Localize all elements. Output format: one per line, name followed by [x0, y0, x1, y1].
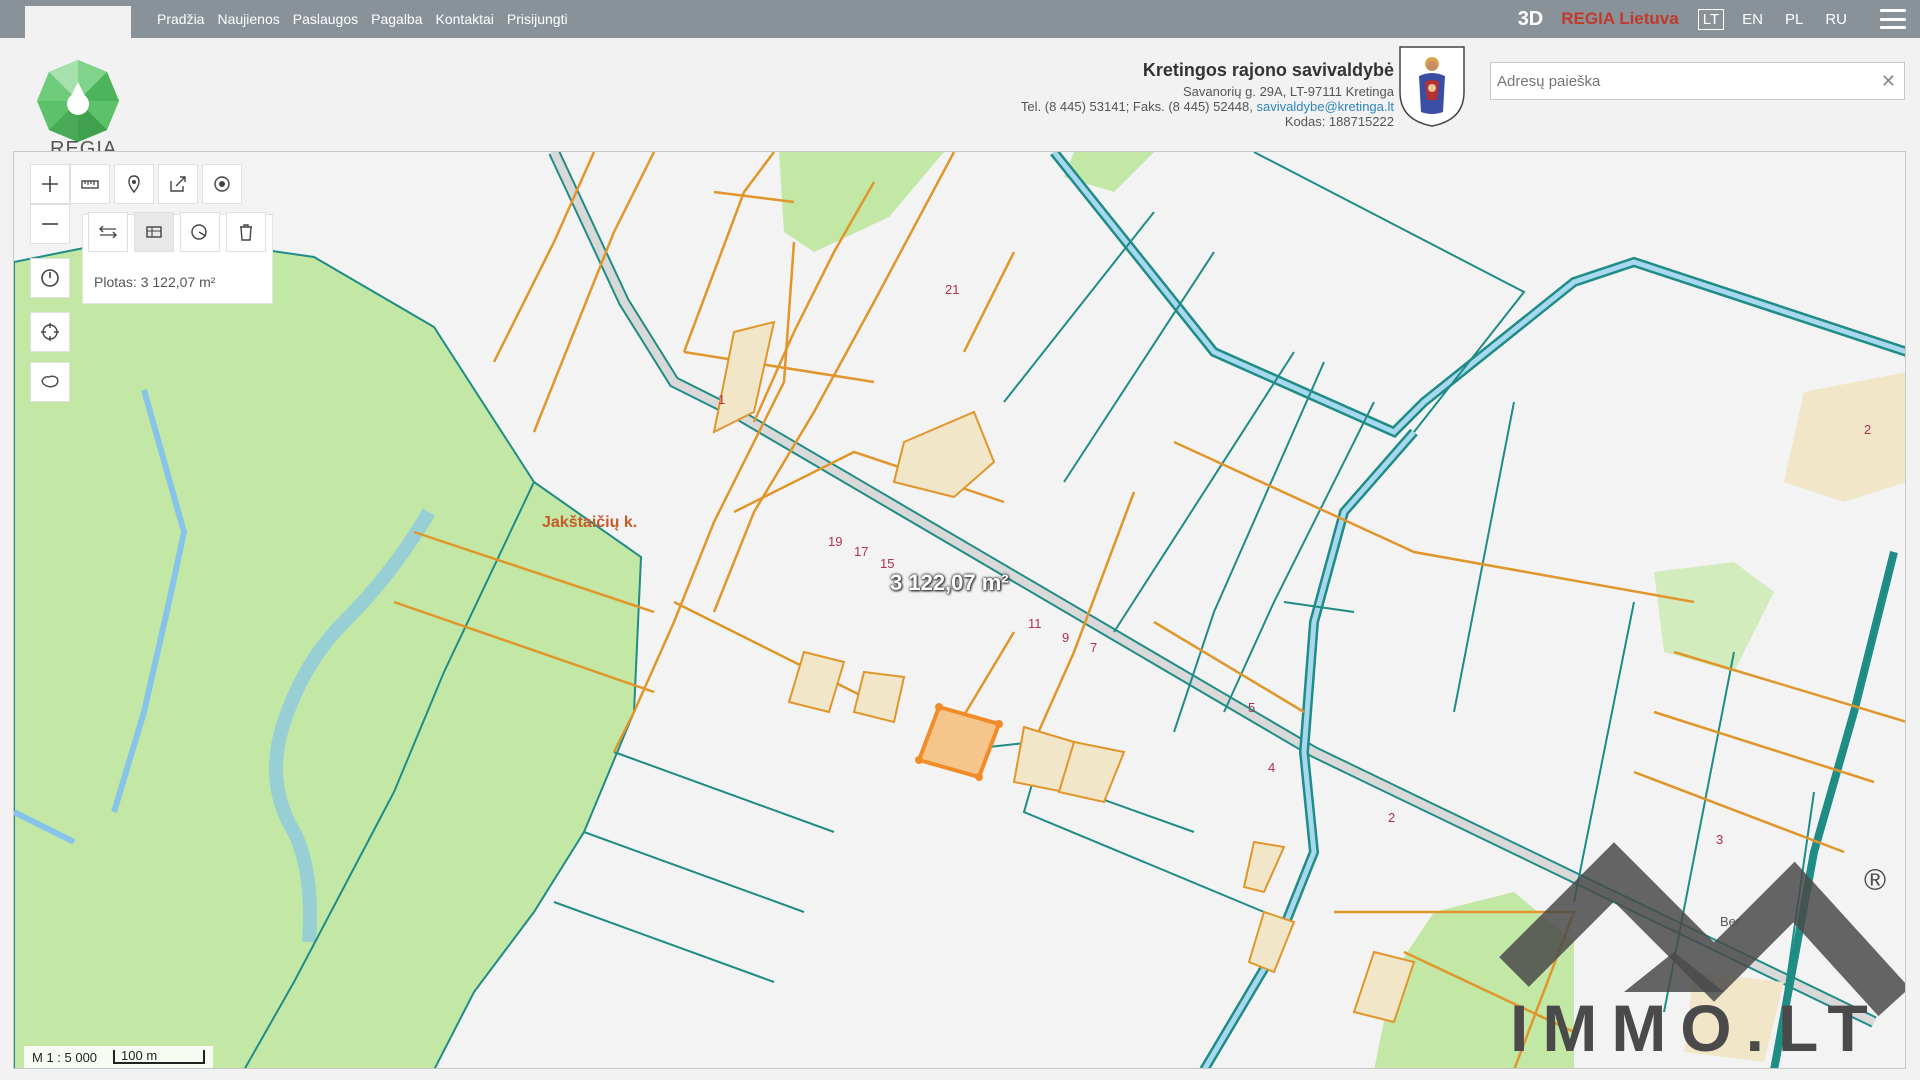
nav-news[interactable]: Naujienos — [217, 11, 279, 27]
street-label: Ber — [1720, 914, 1741, 929]
phone-fax: Tel. (8 445) 53141; Faks. (8 445) 52448, — [1020, 99, 1253, 114]
distance-icon — [99, 225, 117, 239]
plot-number: 5 — [1248, 700, 1256, 715]
plot-number: 2 — [1388, 810, 1396, 825]
municipality-code: Kodas: 188715222 — [1284, 114, 1394, 129]
nav-home[interactable]: Pradžia — [157, 11, 204, 27]
menu-icon[interactable] — [1880, 9, 1906, 29]
municipality-name: Kretingos rajono savivaldybė — [1142, 60, 1394, 80]
measure-area-button[interactable] — [134, 212, 174, 252]
coat-of-arms-icon — [1399, 46, 1465, 127]
plot-number: 2 — [1864, 422, 1872, 437]
identify-button[interactable] — [114, 164, 154, 204]
target-button[interactable] — [202, 164, 242, 204]
locate-button[interactable] — [30, 312, 70, 352]
header: REGIA Kretingos rajono savivaldybė Savan… — [0, 38, 1920, 160]
area-icon — [146, 226, 162, 238]
zoom-in-button[interactable] — [30, 164, 70, 204]
plot-number: 15 — [880, 556, 895, 571]
watermark-text: IMMO.LT — [1510, 991, 1882, 1065]
scale-ratio: M 1 : 5 000 — [32, 1049, 98, 1065]
share-button[interactable] — [158, 164, 198, 204]
plot-number: 1 — [718, 392, 726, 407]
email-link[interactable]: savivaldybe@kretinga.lt — [1257, 99, 1394, 114]
3d-button[interactable]: 3D — [1518, 8, 1544, 31]
map-canvas[interactable]: Jakštaičių k. 21 1 19 17 15 11 9 7 5 4 2… — [13, 151, 1906, 1069]
top-nav-bar: Pradžia Naujienos Paslaugos Pagalba Kont… — [0, 0, 1920, 38]
nav-help[interactable]: Pagalba — [371, 11, 422, 27]
plot-number: 7 — [1090, 640, 1098, 655]
regia-lietuva-link[interactable]: REGIA Lietuva — [1561, 9, 1678, 29]
pin-icon — [128, 175, 140, 194]
address-search: ✕ — [1490, 62, 1905, 100]
plot-number: 19 — [828, 534, 843, 549]
lang-pl[interactable]: PL — [1781, 10, 1807, 29]
clear-icon[interactable]: ✕ — [1881, 71, 1896, 92]
measure-radius-button[interactable] — [180, 212, 220, 252]
nav-login[interactable]: Prisijungti — [507, 11, 568, 27]
plot-number: 17 — [854, 544, 869, 559]
right-nav: 3D REGIA Lietuva LT EN PL RU — [1518, 0, 1920, 38]
ruler-icon — [81, 180, 99, 189]
plot-number: 4 — [1268, 760, 1276, 775]
main-nav: Pradžia Naujienos Paslaugos Pagalba Kont… — [157, 0, 568, 38]
radius-icon — [191, 224, 207, 240]
history-button[interactable] — [30, 258, 70, 298]
clock-icon — [41, 269, 59, 287]
minus-icon — [42, 223, 58, 225]
clear-measure-button[interactable] — [226, 212, 266, 252]
nav-services[interactable]: Paslaugos — [293, 11, 358, 27]
plot-number: 11 — [1028, 616, 1042, 631]
measure-result: Plotas: 3 122,07 m² — [94, 274, 216, 290]
zoom-out-button[interactable] — [30, 204, 70, 244]
plot-number: 9 — [1062, 630, 1070, 645]
cadastral-map[interactable] — [14, 152, 1906, 1069]
trash-icon — [240, 224, 252, 241]
plot-number: 21 — [945, 282, 960, 297]
plot-number: 3 — [1716, 832, 1724, 847]
share-icon — [170, 176, 186, 192]
village-label: Jakštaičių k. — [542, 514, 638, 531]
measure-tool-button[interactable] — [70, 164, 110, 204]
lang-lt[interactable]: LT — [1697, 8, 1725, 30]
scale-bar: M 1 : 5 000 100 m — [24, 1046, 214, 1068]
target-icon — [214, 176, 230, 192]
lang-en[interactable]: EN — [1738, 10, 1767, 29]
municipality-info: Kretingos rajono savivaldybė Savanorių g… — [1021, 58, 1394, 129]
nav-contacts[interactable]: Kontaktai — [436, 11, 494, 27]
country-outline-icon — [41, 375, 59, 388]
municipality-contacts: Tel. (8 445) 53141; Faks. (8 445) 52448,… — [1021, 99, 1394, 114]
lang-ru[interactable]: RU — [1821, 10, 1851, 29]
crosshair-icon — [41, 323, 59, 341]
measure-distance-button[interactable] — [88, 212, 128, 252]
lithuania-extent-button[interactable] — [30, 362, 70, 402]
registered-mark: ® — [1864, 864, 1887, 897]
plus-icon — [42, 176, 58, 192]
logo-tab — [25, 6, 131, 38]
municipality-address: Savanorių g. 29A, LT-97111 Kretinga — [1182, 84, 1394, 99]
search-input[interactable] — [1491, 63, 1904, 99]
area-measurement-label: 3 122,07 m² — [890, 570, 1009, 595]
scale-distance: 100 m — [113, 1049, 206, 1064]
